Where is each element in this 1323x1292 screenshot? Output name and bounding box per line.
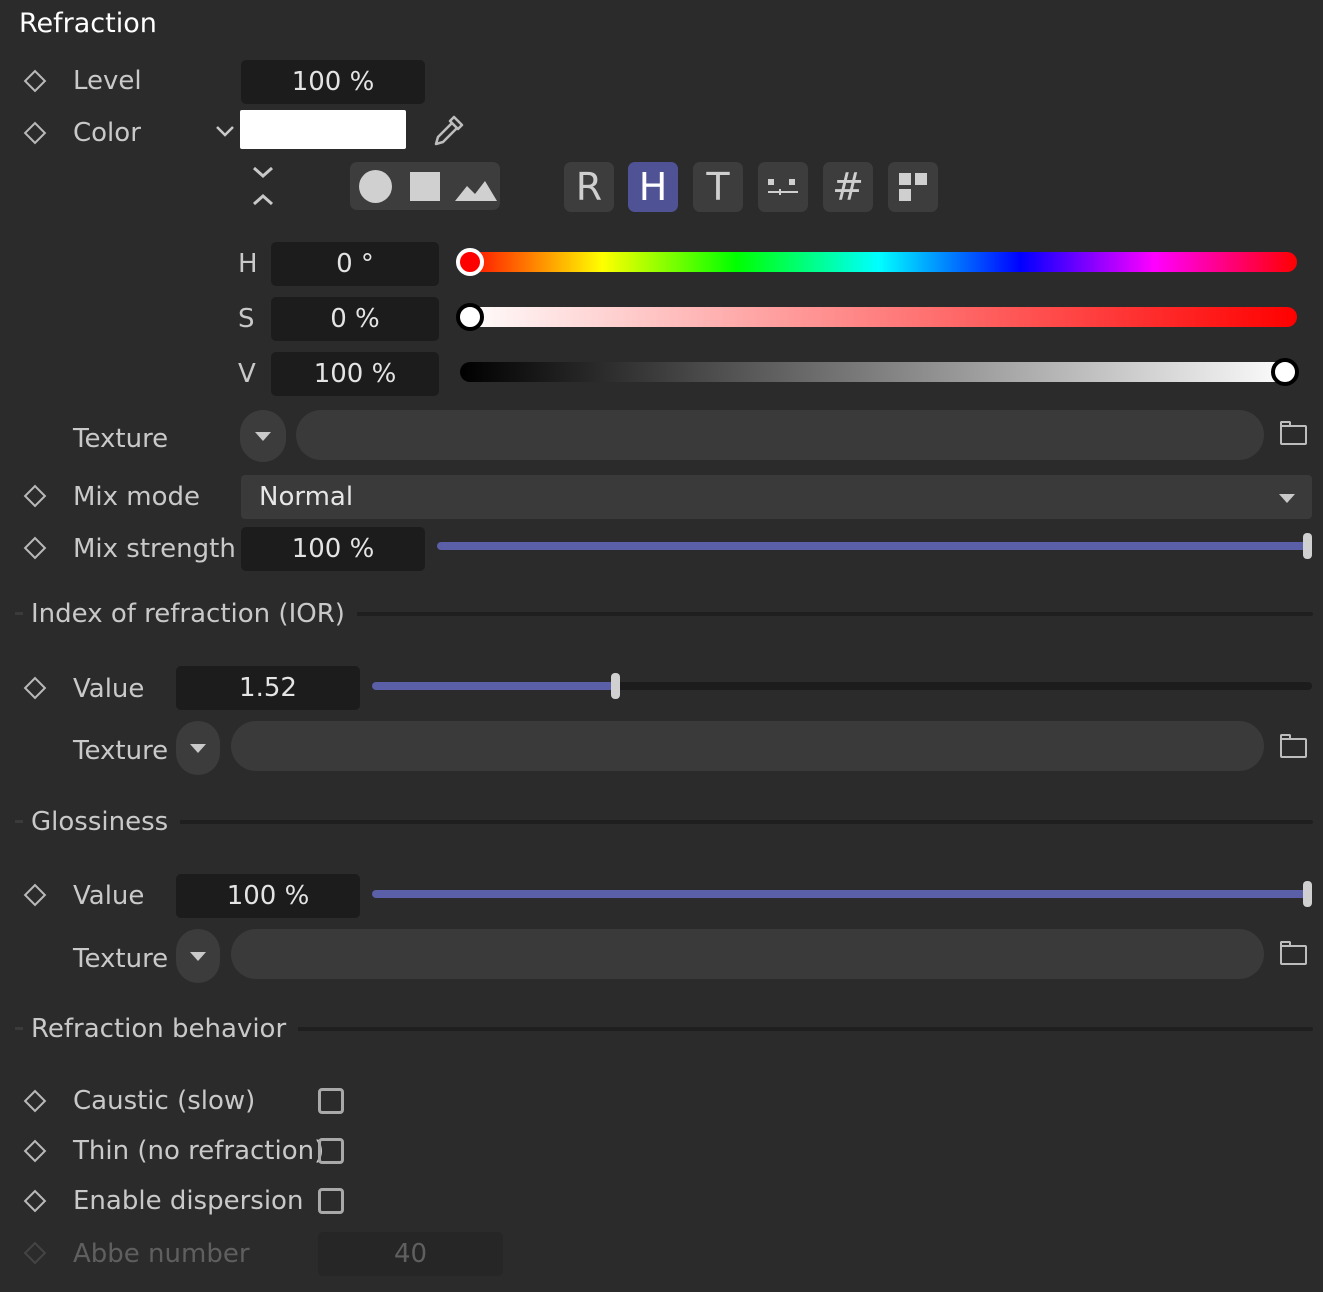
saturation-slider[interactable] [460,307,1297,327]
ior-section-title: Index of refraction (IOR) [31,601,357,627]
section-divider-dash [15,1027,23,1030]
eyedropper-icon[interactable] [430,113,466,149]
mix-mode-keyframe-icon[interactable] [23,484,47,508]
dispersion-checkbox[interactable] [318,1188,344,1214]
ior-texture-dropdown-button[interactable] [176,721,220,775]
color-texture-label: Texture [73,424,169,454]
abbe-keyframe-icon [23,1241,47,1265]
abbe-label: Abbe number [73,1239,250,1269]
hue-slider[interactable] [460,252,1297,272]
ior-value-keyframe-icon[interactable] [23,676,47,700]
dispersion-label: Enable dispersion [73,1186,304,1216]
circle-shape-icon[interactable] [359,170,392,203]
hue-label: H [238,249,258,279]
folder-icon[interactable] [1280,734,1307,758]
level-field[interactable]: 100 % [241,60,425,104]
section-divider-dash [15,820,23,823]
mix-strength-slider[interactable] [437,542,1309,550]
abbe-field: 40 [318,1232,503,1276]
select-arrow-icon [1279,494,1295,503]
behavior-section-divider [278,1027,1313,1031]
thin-checkbox[interactable] [318,1138,344,1164]
mix-strength-label: Mix strength [73,534,236,564]
square-shape-icon[interactable] [410,172,440,201]
mix-strength-keyframe-icon[interactable] [23,536,47,560]
level-label: Level [73,66,142,96]
ior-slider-handle[interactable] [611,673,620,699]
glossiness-section-title: Glossiness [31,809,181,835]
ior-slider-fill [372,682,620,690]
glossiness-texture-dropdown-button[interactable] [176,929,220,983]
mode-hsv-button[interactable]: H [628,162,678,212]
glossiness-texture-label: Texture [73,944,169,974]
dropdown-arrow-icon [190,743,206,753]
hue-slider-knob[interactable] [456,248,484,276]
mix-mode-value: Normal [259,482,354,512]
color-texture-dropdown-button[interactable] [240,410,286,462]
hue-field[interactable]: 0 ° [271,242,439,286]
dispersion-keyframe-icon[interactable] [23,1189,47,1213]
value-field[interactable]: 100 % [271,352,439,396]
ior-section-divider [330,612,1313,616]
caustic-label: Caustic (slow) [73,1086,256,1116]
dropdown-arrow-icon [255,431,271,441]
glossiness-value-label: Value [73,881,145,911]
mix-strength-slider-handle[interactable] [1303,533,1312,559]
thin-label: Thin (no refraction) [73,1136,325,1166]
color-texture-field[interactable] [296,410,1264,460]
glossiness-value-keyframe-icon[interactable] [23,883,47,907]
saturation-slider-knob[interactable] [456,303,484,331]
mode-mixer-button[interactable] [758,162,808,212]
value-slider-knob[interactable] [1271,358,1299,386]
thin-keyframe-icon[interactable] [23,1139,47,1163]
value-slider[interactable] [460,362,1297,382]
glossiness-section-divider [166,820,1313,824]
mix-strength-slider-fill [437,542,1309,550]
ior-value-label: Value [73,674,145,704]
behavior-section-title: Refraction behavior [31,1016,299,1042]
color-swatch[interactable] [240,110,406,149]
ior-texture-field[interactable] [231,721,1264,771]
mode-temperature-button[interactable]: T [693,162,743,212]
glossiness-slider-handle[interactable] [1303,881,1312,907]
glossiness-slider-fill [372,890,1309,898]
collapse-arrows-icon[interactable] [250,163,276,209]
mode-hex-button[interactable]: # [823,162,873,212]
folder-icon[interactable] [1280,941,1307,965]
glossiness-slider[interactable] [372,890,1309,898]
color-expand-chevron-icon[interactable] [214,122,236,140]
mode-rgb-button[interactable]: R [564,162,614,212]
mix-mode-label: Mix mode [73,482,201,512]
color-keyframe-icon[interactable] [23,121,47,145]
saturation-label: S [238,304,255,334]
mix-strength-field[interactable]: 100 % [241,527,425,571]
caustic-keyframe-icon[interactable] [23,1089,47,1113]
glossiness-texture-field[interactable] [231,929,1264,979]
saturation-field[interactable]: 0 % [271,297,439,341]
folder-icon[interactable] [1280,421,1307,445]
mix-mode-select[interactable]: Normal [241,475,1312,519]
caustic-checkbox[interactable] [318,1088,344,1114]
mode-swatches-button[interactable] [888,162,938,212]
ior-slider[interactable] [372,682,1312,690]
section-divider-dash [15,612,23,615]
ior-texture-label: Texture [73,736,169,766]
glossiness-value-field[interactable]: 100 % [176,874,360,918]
panel-title: Refraction [19,8,157,39]
dropdown-arrow-icon [190,951,206,961]
ior-value-field[interactable]: 1.52 [176,666,360,710]
value-label: V [238,359,256,389]
landscape-shape-icon[interactable] [455,175,497,203]
level-keyframe-icon[interactable] [23,69,47,93]
color-label: Color [73,118,141,148]
